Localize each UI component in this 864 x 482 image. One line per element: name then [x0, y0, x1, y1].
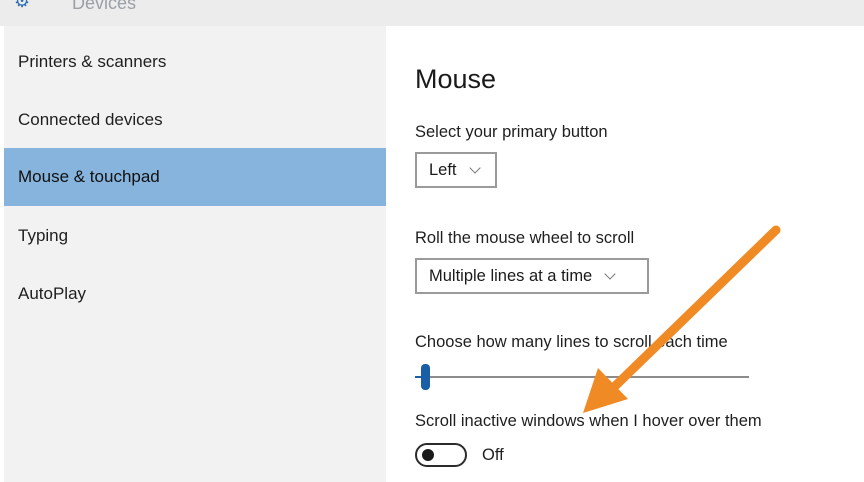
sidebar-item-label: Printers & scanners	[18, 52, 167, 71]
title-bar: ⚙ Devices	[0, 0, 864, 26]
scroll-inactive-toggle[interactable]	[415, 443, 467, 467]
sidebar-item-mouse-touchpad[interactable]: Mouse & touchpad	[4, 148, 386, 206]
lines-to-scroll-slider[interactable]	[415, 364, 749, 390]
sidebar-item-label: AutoPlay	[18, 284, 87, 303]
sidebar-item-printers-scanners[interactable]: Printers & scanners	[4, 33, 386, 91]
primary-button-label: Select your primary button	[415, 123, 608, 141]
sidebar-item-label: Typing	[18, 226, 69, 245]
sidebar: Printers & scanners Connected devices Mo…	[4, 26, 386, 482]
toggle-state-label: Off	[482, 446, 504, 464]
settings-window: ⚙ Devices Printers & scanners Connected …	[0, 0, 864, 482]
wheel-scroll-label: Roll the mouse wheel to scroll	[415, 229, 635, 247]
main-content: Mouse Select your primary button Left Ro…	[386, 26, 864, 482]
toggle-knob	[422, 449, 434, 461]
sidebar-item-label: Connected devices	[18, 110, 163, 129]
scroll-inactive-label: Scroll inactive windows when I hover ove…	[415, 412, 762, 430]
dropdown-value: Multiple lines at a time	[429, 266, 593, 285]
gear-icon: ⚙	[14, 0, 31, 11]
dropdown-value: Left	[429, 160, 457, 179]
chevron-down-icon	[468, 161, 481, 174]
wheel-scroll-dropdown[interactable]: Multiple lines at a time	[415, 258, 649, 294]
chevron-down-icon	[604, 267, 616, 280]
window-title: Devices	[72, 0, 137, 13]
slider-thumb[interactable]	[421, 364, 430, 390]
lines-to-scroll-label: Choose how many lines to scroll each tim…	[415, 333, 728, 351]
primary-button-dropdown[interactable]: Left	[415, 152, 497, 188]
page-title: Mouse	[415, 64, 497, 94]
sidebar-item-autoplay[interactable]: AutoPlay	[4, 265, 386, 323]
sidebar-item-label: Mouse & touchpad	[18, 167, 160, 186]
sidebar-item-connected-devices[interactable]: Connected devices	[4, 91, 386, 149]
sidebar-item-typing[interactable]: Typing	[4, 207, 386, 265]
